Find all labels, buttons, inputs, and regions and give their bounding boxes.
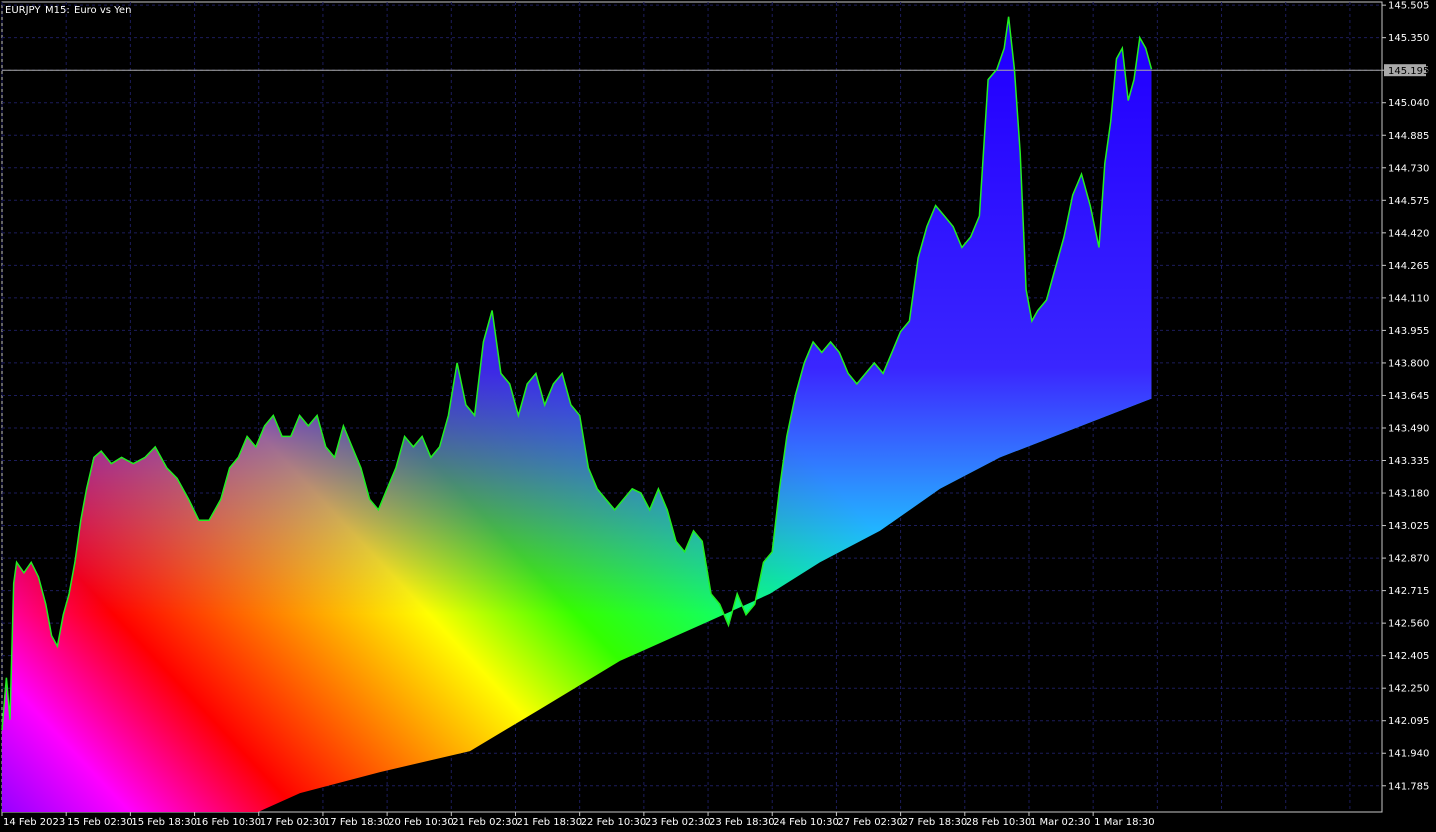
y-tick-label: 144.265 [1388,261,1429,272]
x-tick-label: 24 Feb 10:30 [773,817,839,828]
x-tick-label: 14 Feb 2023 [3,817,65,828]
x-tick-label: 20 Feb 10:30 [388,817,454,828]
symbol-label: EURJPY [5,5,41,16]
current-price-label: 145.195 [1388,66,1429,77]
y-tick-label: 142.715 [1388,586,1429,597]
x-axis: 14 Feb 2023 15 Feb 02:3015 Feb 18:3016 Fe… [1,812,1155,828]
y-tick-label: 142.870 [1388,554,1429,565]
current-price-tag: 145.195 [1384,64,1429,77]
y-tick-label: 145.350 [1388,33,1429,44]
y-axis: 145.505 145.350 145.195 145.040 144.885 144.7… [1382,1,1429,792]
y-tick-label: 145.505 [1388,1,1429,12]
x-tick-label: 15 Feb 18:30 [131,817,197,828]
y-tick-label: 144.575 [1388,196,1429,207]
x-tick-label: 28 Feb 10:30 [966,817,1032,828]
ribbon-area [2,16,1152,812]
y-tick-label: 142.250 [1388,684,1429,695]
x-tick-label: 16 Feb 10:30 [196,817,262,828]
chart-title: EURJPY M15: Euro vs Yen [5,5,131,16]
x-tick-label: 17 Feb 18:30 [324,817,390,828]
y-tick-label: 141.940 [1388,749,1429,760]
y-tick-label: 143.180 [1388,489,1429,500]
x-tick-label: 23 Feb 18:30 [709,817,775,828]
y-tick-label: 141.785 [1388,781,1429,792]
x-tick-label: 27 Feb 02:30 [837,817,903,828]
x-tick-label: 23 Feb 02:30 [645,817,711,828]
x-tick-label: 1 Mar 02:30 [1030,817,1090,828]
y-tick-label: 143.800 [1388,358,1429,369]
x-tick-label: 1 Mar 18:30 [1094,817,1154,828]
y-tick-label: 142.405 [1388,651,1429,662]
y-tick-label: 143.025 [1388,521,1429,532]
x-tick-label: 17 Feb 02:30 [260,817,326,828]
y-tick-label: 144.420 [1388,228,1429,239]
y-tick-label: 144.730 [1388,163,1429,174]
y-tick-label: 145.040 [1388,98,1429,109]
description-label: Euro vs Yen [74,5,131,16]
chart: 145.505 145.350 145.195 145.040 144.885 144.7… [1,1,1429,828]
x-tick-label: 15 Feb 02:30 [67,817,133,828]
y-tick-label: 142.095 [1388,716,1429,727]
y-tick-label: 143.645 [1388,391,1429,402]
x-tick-label: 27 Feb 18:30 [902,817,968,828]
x-tick-label: 21 Feb 18:30 [516,817,582,828]
y-tick-label: 144.885 [1388,131,1429,142]
timeframe-label: M15: [45,5,70,16]
y-tick-label: 143.955 [1388,326,1429,337]
x-tick-label: 22 Feb 10:30 [581,817,647,828]
y-tick-label: 143.335 [1388,456,1429,467]
ribbon-overlay [2,16,1152,812]
x-tick-label: 21 Feb 02:30 [452,817,518,828]
y-tick-label: 144.110 [1388,293,1429,304]
y-tick-label: 142.560 [1388,619,1429,630]
y-tick-label: 143.490 [1388,423,1429,434]
